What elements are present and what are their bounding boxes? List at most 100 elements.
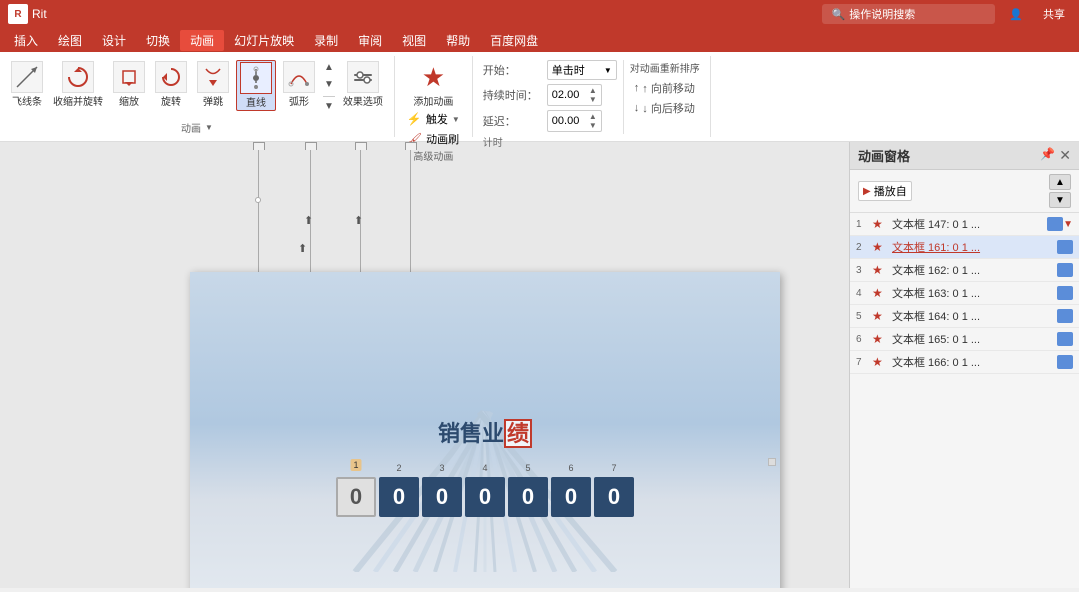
anim-list-item-3[interactable]: 3 ★ 文本框 162: 0 1 ...	[850, 259, 1079, 282]
line-icon	[240, 62, 272, 94]
move-backward-icon: ↓	[634, 102, 640, 114]
anim-pane-pin[interactable]: 📌	[1040, 147, 1055, 164]
anim-list-item-1[interactable]: 1 ★ 文本框 147: 0 1 ... ▼	[850, 213, 1079, 236]
menu-insert[interactable]: 插入	[4, 30, 48, 51]
anim-list-item-2[interactable]: 2 ★ 文本框 161: 0 1 ...	[850, 236, 1079, 259]
user-icon: 👤	[1003, 8, 1029, 21]
anim-line-1	[258, 142, 259, 272]
anim-list-item-4[interactable]: 4 ★ 文本框 163: 0 1 ...	[850, 282, 1079, 305]
menu-baidu[interactable]: 百度网盘	[480, 30, 548, 51]
effect-options-icon	[347, 61, 379, 93]
title-bar: R Rit 🔍 操作说明搜索 👤 共享	[0, 0, 1079, 28]
start-row: 开始： 单击时 ▼	[483, 60, 617, 80]
menu-view[interactable]: 视图	[392, 30, 436, 51]
add-animation-btn[interactable]: ★ 添加动画	[407, 60, 459, 110]
reorder-label: 对动画重新排序	[630, 60, 700, 75]
anim-pane-close-btn[interactable]: ✕	[1059, 147, 1071, 164]
move-forward-icon: ↑	[634, 82, 640, 94]
anim-divider	[323, 96, 335, 97]
num-box-1: 0	[336, 477, 376, 517]
anim-scroll-down-btn[interactable]: ▼	[1049, 192, 1071, 208]
ribbon: 飞线条 收缩并旋转 缩放	[0, 52, 1079, 142]
anim-btn-col-3: 缩放	[110, 60, 148, 109]
delay-spin[interactable]: ▲ ▼	[589, 112, 597, 130]
anim-btn-col-6: 直线	[236, 60, 276, 111]
anim-scroll-up-btn[interactable]: ▲	[1049, 174, 1071, 190]
anim-pane-scroll-btns: ▲ ▼	[1049, 174, 1071, 208]
duration-spin[interactable]: ▲ ▼	[589, 86, 597, 104]
menu-transition[interactable]: 切换	[136, 30, 180, 51]
anim-line-3	[360, 142, 361, 272]
anim-btn-col-7: 弧形	[280, 60, 318, 109]
anim-item-4-color	[1057, 286, 1073, 300]
anim-more-btn[interactable]: ▼	[324, 101, 334, 112]
duration-input[interactable]: 02.00 ▲ ▼	[547, 84, 602, 106]
anim-scroll-up[interactable]: ▲	[322, 60, 336, 75]
menu-animation[interactable]: 动画	[180, 30, 224, 51]
reorder-group: 对动画重新排序 ↑ ↑ 向前移动 ↓ ↓ 向后移动	[623, 60, 700, 134]
search-box[interactable]: 🔍 操作说明搜索	[822, 4, 996, 24]
ribbon-anim-expand[interactable]: ▼	[205, 123, 213, 132]
duration-up[interactable]: ▲	[589, 86, 597, 95]
fly-in-icon	[11, 61, 43, 93]
anim-item-6-color	[1057, 332, 1073, 346]
app-logo: R	[8, 4, 28, 24]
delay-input[interactable]: 00.00 ▲ ▼	[547, 110, 602, 132]
arc-icon	[283, 61, 315, 93]
main-area: ━━━ ━━━ ━━━ 动画窗格	[0, 142, 1079, 588]
shrink-spin-btn[interactable]: 收缩并旋转	[50, 60, 106, 109]
anim-item-2-text: 文本框 161: 0 1 ...	[892, 239, 1053, 255]
anim-list-item-5[interactable]: 5 ★ 文本框 164: 0 1 ...	[850, 305, 1079, 328]
play-from-btn[interactable]: ▶ 播放自	[858, 181, 912, 201]
menu-help[interactable]: 帮助	[436, 30, 480, 51]
anim-marker-3	[355, 142, 367, 150]
shrink-spin-icon	[62, 61, 94, 93]
menu-slideshow[interactable]: 幻灯片放映	[224, 30, 304, 51]
anim-item-3-icon: ★	[872, 263, 892, 277]
duration-down[interactable]: ▼	[589, 95, 597, 104]
line-btn[interactable]: 直线	[236, 60, 276, 111]
delay-down[interactable]: ▼	[589, 121, 597, 130]
anim-list-item-7[interactable]: 7 ★ 文本框 166: 0 1 ...	[850, 351, 1079, 374]
anim-list-item-6[interactable]: 6 ★ 文本框 165: 0 1 ...	[850, 328, 1079, 351]
anim-indicators-area: ⬆ ⬆ ⬆	[0, 142, 849, 272]
anim-circle-1	[255, 197, 261, 203]
anim-arrow-2: ⬆	[354, 214, 363, 227]
num-box-wrapper-3: 0 3	[422, 477, 462, 517]
trigger-icon: ⚡	[407, 112, 422, 126]
menu-design[interactable]: 设计	[92, 30, 136, 51]
anim-item-2-icon: ★	[872, 240, 892, 254]
anim-btn-col-2: 收缩并旋转	[50, 60, 106, 109]
shrink-btn[interactable]: 缩放	[110, 60, 148, 109]
start-select[interactable]: 单击时 ▼	[547, 60, 617, 80]
move-backward-btn[interactable]: ↓ ↓ 向后移动	[630, 99, 700, 117]
num-label-2: 2	[396, 463, 401, 473]
ribbon-animation-group: 飞线条 收缩并旋转 缩放	[0, 56, 395, 137]
menu-record[interactable]: 录制	[304, 30, 348, 51]
slide-resize-handle[interactable]	[768, 458, 776, 466]
anim-marker-4	[405, 142, 417, 150]
play-icon: ▶	[863, 186, 871, 197]
timing-group: 开始： 单击时 ▼ 持续时间： 02.00 ▲ ▼	[473, 56, 711, 137]
arc-btn[interactable]: 弧形	[280, 60, 318, 109]
trigger-btn[interactable]: ⚡ 触发 ▼	[405, 110, 462, 128]
delay-up[interactable]: ▲	[589, 112, 597, 121]
anim-pane-header-btns: 📌 ✕	[1040, 147, 1071, 164]
effect-options-btn[interactable]: 效果选项	[340, 60, 386, 109]
menu-draw[interactable]: 绘图	[48, 30, 92, 51]
anim-scroll-down[interactable]: ▼	[322, 77, 336, 92]
move-forward-btn[interactable]: ↑ ↑ 向前移动	[630, 79, 700, 97]
anim-item-1-color	[1047, 217, 1063, 231]
num-label-4: 4	[482, 463, 487, 473]
fly-in-btn[interactable]: 飞线条	[8, 60, 46, 109]
rotate-btn[interactable]: 旋转	[152, 60, 190, 109]
slide-canvas[interactable]: 销售业绩 1 0 0 2	[190, 272, 780, 588]
add-anim-label: 添加动画	[413, 93, 453, 108]
share-button[interactable]: 共享	[1037, 6, 1071, 22]
start-dropdown-icon: ▼	[604, 66, 612, 75]
delay-row: 延迟： 00.00 ▲ ▼	[483, 110, 617, 132]
add-animation-group: ★ 添加动画 ⚡ 触发 ▼ 🖌 动画刷 高级动画	[395, 56, 473, 137]
menu-review[interactable]: 审阅	[348, 30, 392, 51]
bounce-btn[interactable]: 弹跳	[194, 60, 232, 109]
anim-item-4-icon: ★	[872, 286, 892, 300]
